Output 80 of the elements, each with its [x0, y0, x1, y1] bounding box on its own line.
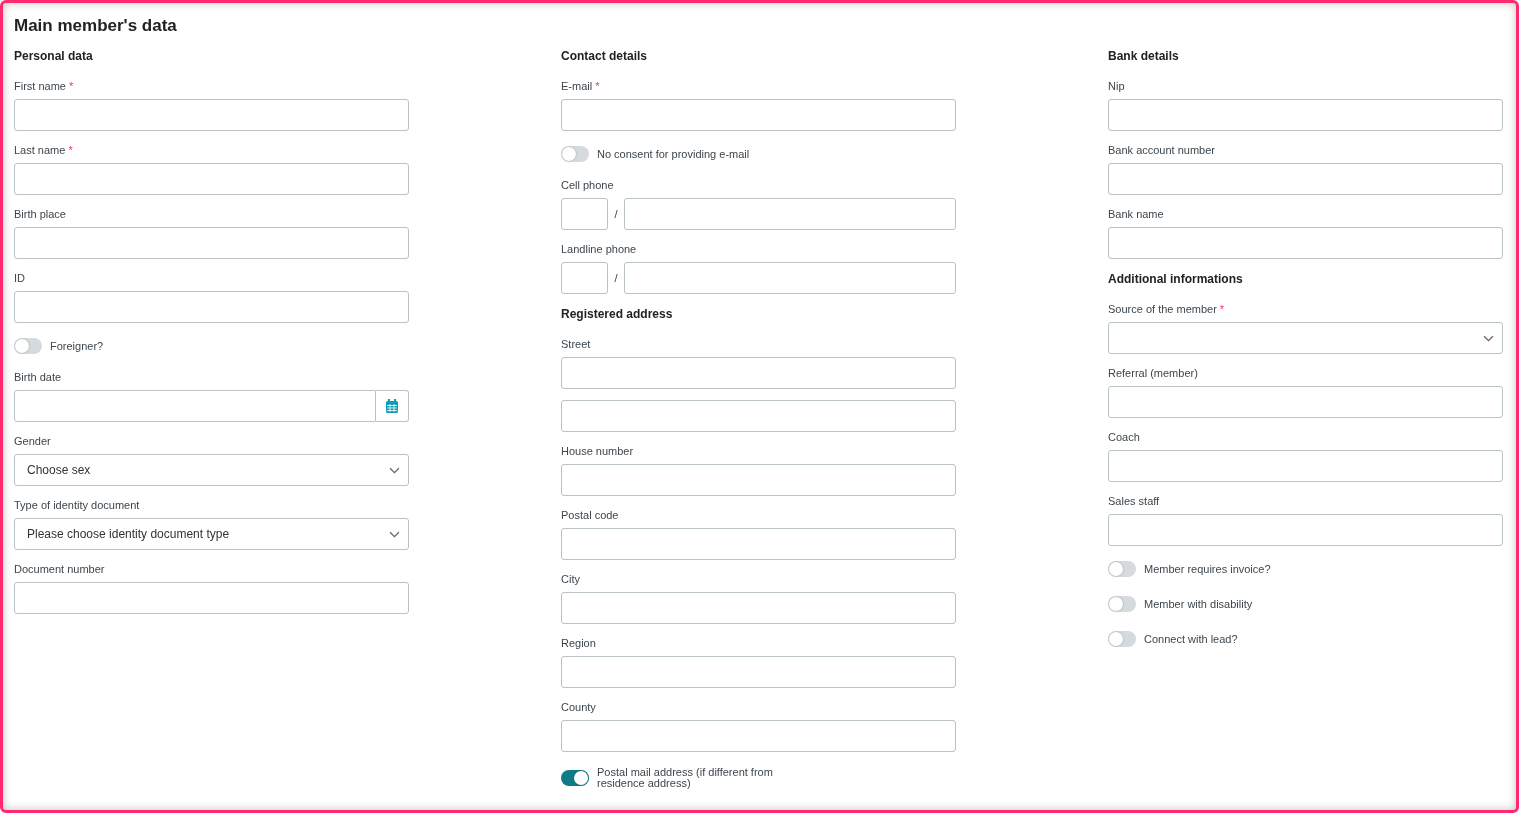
field-label: Nip — [1108, 79, 1125, 94]
section-heading: Contact details — [561, 48, 648, 64]
text-field[interactable] — [14, 227, 409, 259]
field-label: Document number — [14, 562, 105, 577]
text-field[interactable] — [561, 656, 956, 688]
field-label: City — [561, 572, 580, 587]
select-dropdown[interactable] — [1108, 322, 1503, 354]
text-field[interactable] — [1108, 450, 1503, 482]
phone-field[interactable] — [624, 262, 956, 294]
text-field[interactable] — [561, 528, 956, 560]
text-field[interactable] — [1108, 227, 1503, 259]
field-label: Bank account number — [1108, 143, 1215, 158]
section-heading: Bank details — [1108, 48, 1180, 64]
field-label: Referral (member) — [1108, 366, 1198, 381]
text-field[interactable] — [561, 400, 956, 432]
text-field[interactable] — [1108, 514, 1503, 546]
text-field[interactable] — [561, 592, 956, 624]
field-label: Coach — [1108, 430, 1140, 445]
toggle-label: Member requires invoice? — [1144, 563, 1271, 575]
text-field[interactable] — [1108, 99, 1503, 131]
field-label: Bank name — [1108, 207, 1164, 222]
field-label: Street — [561, 337, 591, 352]
required-marker: * — [595, 79, 600, 94]
toggle-switch[interactable] — [14, 338, 42, 354]
text-field[interactable] — [561, 464, 956, 496]
toggle-switch[interactable] — [1108, 631, 1136, 647]
text-field[interactable] — [561, 720, 956, 752]
prefix-field[interactable] — [561, 198, 608, 230]
text-field[interactable] — [14, 582, 409, 614]
section-heading: Personal data — [14, 48, 94, 64]
toggle-switch[interactable] — [1108, 561, 1136, 577]
field-label: Type of identity document — [14, 498, 140, 513]
phone-field[interactable] — [624, 198, 956, 230]
prefix-field[interactable] — [561, 262, 608, 294]
toggle-label: No consent for providing e-mail — [597, 148, 750, 160]
separator-text: / — [613, 206, 619, 222]
required-marker: * — [68, 79, 74, 94]
required-marker: * — [68, 143, 73, 158]
text-field[interactable] — [561, 357, 956, 389]
field-label: Source of the member — [1108, 302, 1217, 317]
field-label: Gender — [14, 434, 51, 449]
field-label: ID — [14, 271, 25, 286]
select-dropdown[interactable]: Please choose identity document type — [14, 518, 409, 550]
field-label: Cell phone — [561, 178, 614, 193]
field-label: Last name — [14, 143, 66, 158]
toggle-label: Member with disability — [1144, 598, 1253, 610]
text-field[interactable] — [1108, 163, 1503, 195]
required-marker: * — [1219, 302, 1225, 317]
field-label: Postal code — [561, 508, 619, 523]
text-field[interactable] — [14, 99, 409, 131]
toggle-switch[interactable] — [1108, 596, 1136, 612]
form-title: Main member's data — [14, 15, 178, 37]
toggle-label: Postal mail address (if different from residence address) — [597, 767, 774, 789]
section-heading: Additional informations — [1108, 271, 1244, 287]
toggle-label: Foreigner? — [50, 340, 104, 352]
field-label: Birth place — [14, 207, 66, 222]
toggle-switch[interactable] — [561, 146, 589, 162]
field-label: County — [561, 700, 596, 715]
chevron-down-icon — [389, 530, 400, 538]
text-field[interactable] — [14, 163, 409, 195]
toggle-label: Connect with lead? — [1144, 633, 1238, 645]
chevron-down-icon — [389, 466, 400, 474]
separator-text: / — [613, 270, 619, 286]
field-label: Landline phone — [561, 242, 637, 257]
select-dropdown[interactable]: Choose sex — [14, 454, 409, 486]
date-field[interactable] — [14, 390, 376, 422]
calendar-icon — [386, 399, 398, 413]
field-label: First name — [14, 79, 66, 94]
toggle-switch[interactable] — [561, 770, 589, 786]
chevron-down-icon — [1483, 334, 1494, 342]
section-heading: Registered address — [561, 306, 674, 322]
field-label: Birth date — [14, 370, 62, 385]
field-label: House number — [561, 444, 634, 459]
text-field[interactable] — [14, 291, 409, 323]
field-label: E-mail — [561, 79, 593, 94]
text-field[interactable] — [1108, 386, 1503, 418]
calendar-button[interactable] — [376, 390, 409, 422]
text-field[interactable] — [561, 99, 956, 131]
field-label: Sales staff — [1108, 494, 1160, 509]
field-label: Region — [561, 636, 596, 651]
